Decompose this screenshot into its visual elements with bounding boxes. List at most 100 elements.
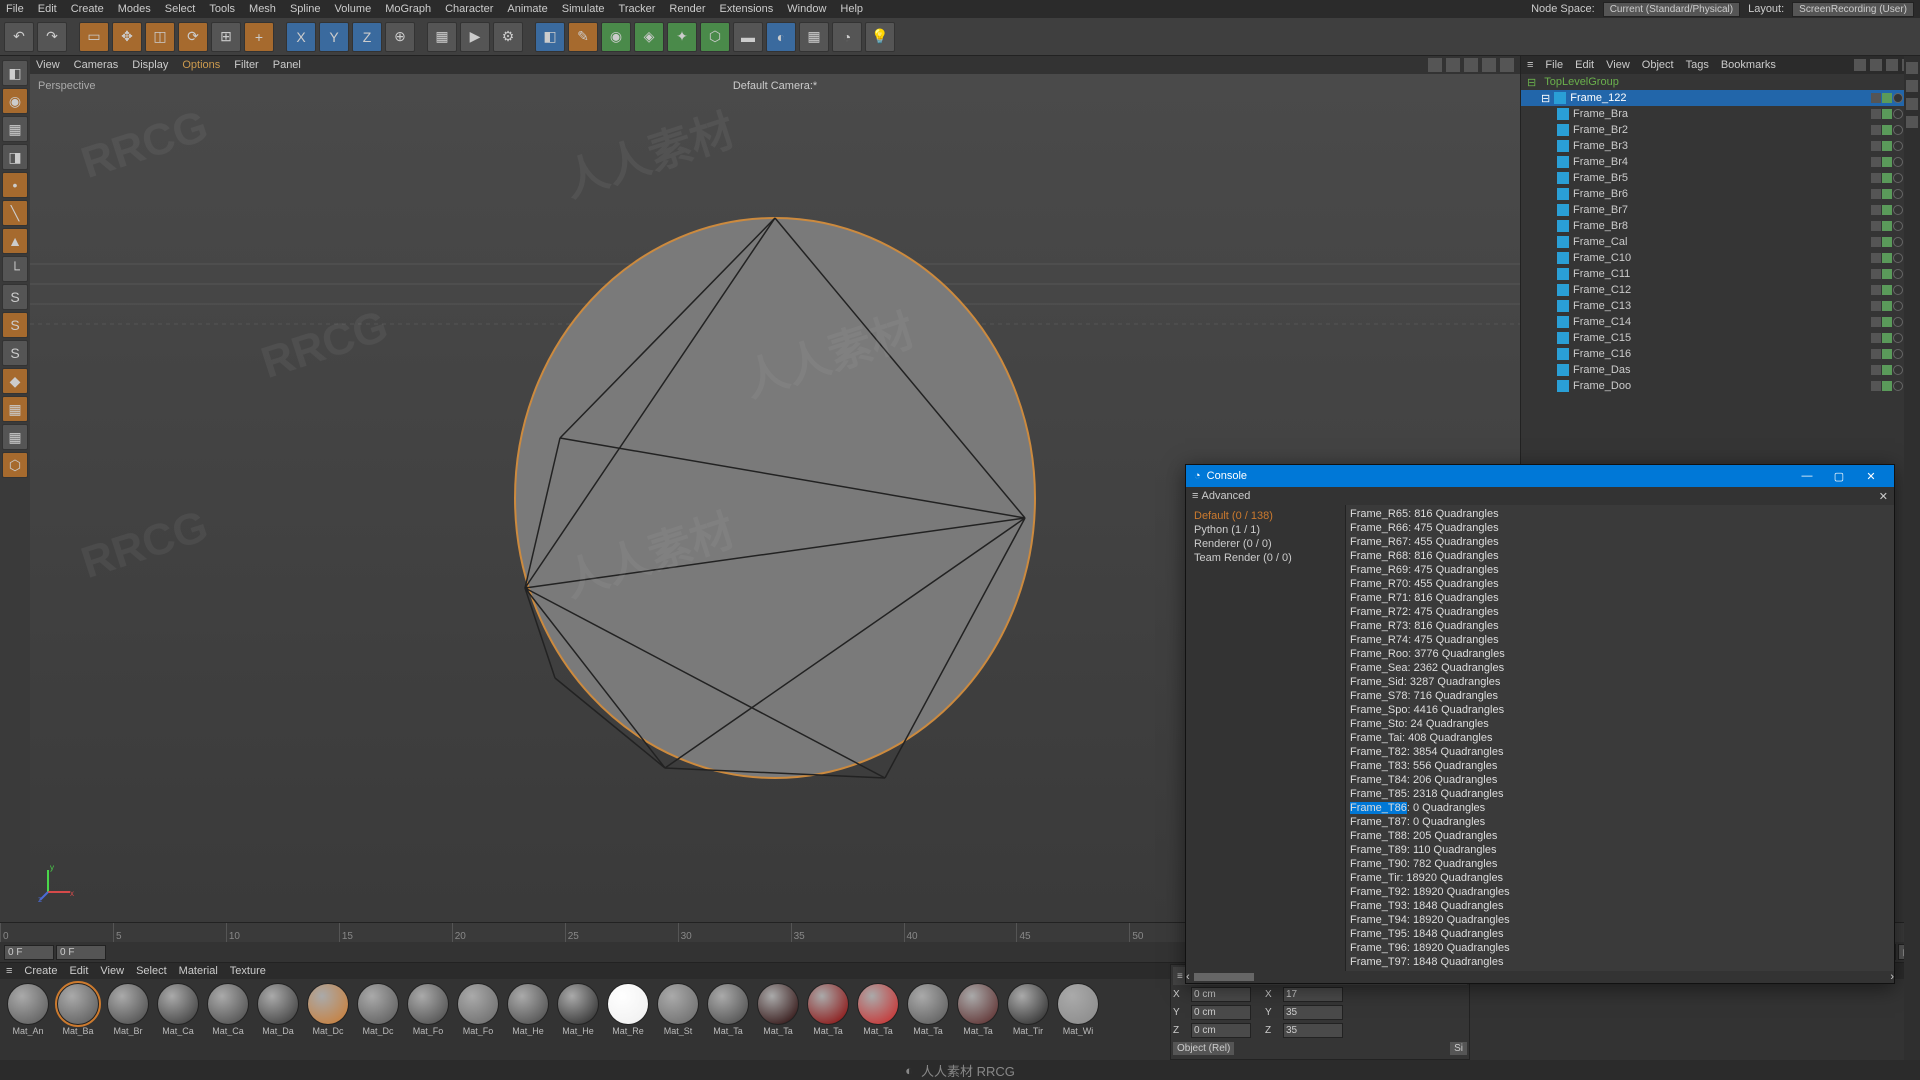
material-item[interactable]: Mat_Ta — [904, 983, 952, 1058]
camera-button[interactable]: ▬ — [733, 22, 763, 52]
material-item[interactable]: Mat_Re — [604, 983, 652, 1058]
menu-select[interactable]: Select — [165, 3, 196, 15]
coord-button[interactable]: ⊕ — [385, 22, 415, 52]
workplane2-button[interactable]: ◆ — [2, 368, 28, 394]
om-menu-bookmarks[interactable]: Bookmarks — [1721, 59, 1776, 71]
material-item[interactable]: Mat_An — [4, 983, 52, 1058]
place-tool[interactable]: + — [244, 22, 274, 52]
tree-item[interactable]: Frame_Br7 — [1521, 202, 1920, 218]
scale-tool[interactable]: ◫ — [145, 22, 175, 52]
material-item[interactable]: Mat_He — [554, 983, 602, 1058]
menu-mesh[interactable]: Mesh — [249, 3, 276, 15]
material-item[interactable]: Mat_Ta — [854, 983, 902, 1058]
view-icon-3[interactable] — [1464, 58, 1478, 72]
rt-icon-4[interactable] — [1906, 116, 1918, 128]
tree-item[interactable]: Frame_C14 — [1521, 314, 1920, 330]
move-tool[interactable]: ✥ — [112, 22, 142, 52]
layout-dropdown[interactable]: ScreenRecording (User) — [1792, 2, 1914, 17]
material-item[interactable]: Mat_Ca — [154, 983, 202, 1058]
tree-item[interactable]: Frame_Br2 — [1521, 122, 1920, 138]
material-item[interactable]: Mat_Wi — [1054, 983, 1102, 1058]
model-mode-button[interactable]: ◧ — [2, 60, 28, 86]
mm-texture[interactable]: Texture — [230, 965, 266, 977]
material-item[interactable]: Mat_Tir — [1004, 983, 1052, 1058]
om-filter-icon[interactable] — [1870, 59, 1882, 71]
mm-create[interactable]: Create — [24, 965, 57, 977]
tree-item[interactable]: Frame_Br5 — [1521, 170, 1920, 186]
menu-window[interactable]: Window — [787, 3, 826, 15]
tree-item[interactable]: Frame_C10 — [1521, 250, 1920, 266]
coord-mode-dropdown[interactable]: Object (Rel) — [1173, 1042, 1234, 1055]
mm-handle-icon[interactable]: ≡ — [6, 965, 12, 977]
texture-mode-button[interactable]: ▦ — [2, 116, 28, 142]
rt-icon-3[interactable] — [1906, 98, 1918, 110]
time-start-field[interactable] — [4, 945, 54, 960]
grid-button[interactable]: ▦ — [2, 396, 28, 422]
light-button[interactable]: ◐ — [766, 22, 796, 52]
axis-mode-button[interactable]: └ — [2, 256, 28, 282]
z-axis-button[interactable]: Z — [352, 22, 382, 52]
tree-item[interactable]: Frame_Br6 — [1521, 186, 1920, 202]
nodespace-dropdown[interactable]: Current (Standard/Physical) — [1603, 2, 1740, 17]
size-mode-dropdown[interactable]: Si — [1450, 1042, 1467, 1055]
view-menu-filter[interactable]: Filter — [234, 59, 258, 71]
material-item[interactable]: Mat_Br — [104, 983, 152, 1058]
tree-top-group[interactable]: ⊟TopLevelGroup — [1521, 74, 1920, 90]
menu-file[interactable]: File — [6, 3, 24, 15]
view-icon-5[interactable] — [1500, 58, 1514, 72]
cube-primitive-button[interactable]: ◧ — [535, 22, 565, 52]
view-icon-2[interactable] — [1446, 58, 1460, 72]
generator-button[interactable]: ◉ — [601, 22, 631, 52]
workplane-button[interactable]: ◨ — [2, 144, 28, 170]
om-menu-tags[interactable]: Tags — [1686, 59, 1709, 71]
field-button[interactable]: ✦ — [667, 22, 697, 52]
menu-volume[interactable]: Volume — [335, 3, 372, 15]
size-y-field[interactable] — [1283, 1005, 1343, 1020]
view-icon-4[interactable] — [1482, 58, 1496, 72]
tree-item[interactable]: Frame_Br4 — [1521, 154, 1920, 170]
snap2-button[interactable]: S — [2, 312, 28, 338]
menu-tools[interactable]: Tools — [209, 3, 235, 15]
poly-mode-button[interactable]: ▲ — [2, 228, 28, 254]
view-menu-panel[interactable]: Panel — [273, 59, 301, 71]
tree-item[interactable]: Frame_Cal — [1521, 234, 1920, 250]
snap3-button[interactable]: S — [2, 340, 28, 366]
tree-item[interactable]: Frame_C12 — [1521, 282, 1920, 298]
menu-edit[interactable]: Edit — [38, 3, 57, 15]
floor-button[interactable]: ▦ — [799, 22, 829, 52]
material-item[interactable]: Mat_He — [504, 983, 552, 1058]
tree-item[interactable]: Frame_Das — [1521, 362, 1920, 378]
console-output[interactable]: Frame_R65: 816 QuadranglesFrame_R66: 475… — [1346, 505, 1894, 971]
bulb-button[interactable]: 💡 — [865, 22, 895, 52]
undo-button[interactable]: ↶ — [4, 22, 34, 52]
material-item[interactable]: Mat_Da — [254, 983, 302, 1058]
mm-material[interactable]: Material — [179, 965, 218, 977]
console-category-item[interactable]: Default (0 / 138) — [1190, 509, 1341, 523]
tree-item[interactable]: Frame_C15 — [1521, 330, 1920, 346]
y-axis-button[interactable]: Y — [319, 22, 349, 52]
tree-item[interactable]: Frame_Br8 — [1521, 218, 1920, 234]
om-handle-icon[interactable]: ≡ — [1527, 59, 1533, 71]
time-current-field[interactable] — [56, 945, 106, 960]
tag-button[interactable]: ◔ — [832, 22, 862, 52]
material-item[interactable]: Mat_Fo — [454, 983, 502, 1058]
rotate-tool[interactable]: ⟳ — [178, 22, 208, 52]
material-item[interactable]: Mat_Fo — [404, 983, 452, 1058]
om-menu-object[interactable]: Object — [1642, 59, 1674, 71]
point-mode-button[interactable]: • — [2, 172, 28, 198]
tree-item[interactable]: Frame_Bra — [1521, 106, 1920, 122]
menu-tracker[interactable]: Tracker — [619, 3, 656, 15]
om-path-icon[interactable] — [1886, 59, 1898, 71]
menu-simulate[interactable]: Simulate — [562, 3, 605, 15]
edge-mode-button[interactable]: ╲ — [2, 200, 28, 226]
material-item[interactable]: Mat_Dc — [304, 983, 352, 1058]
menu-modes[interactable]: Modes — [118, 3, 151, 15]
menu-render[interactable]: Render — [669, 3, 705, 15]
menu-animate[interactable]: Animate — [507, 3, 547, 15]
rt-icon-1[interactable] — [1906, 62, 1918, 74]
snap-button[interactable]: S — [2, 284, 28, 310]
tree-item[interactable]: Frame_C11 — [1521, 266, 1920, 282]
tree-item[interactable]: Frame_Br3 — [1521, 138, 1920, 154]
menu-mograph[interactable]: MoGraph — [385, 3, 431, 15]
cloner-button[interactable]: ⬡ — [700, 22, 730, 52]
